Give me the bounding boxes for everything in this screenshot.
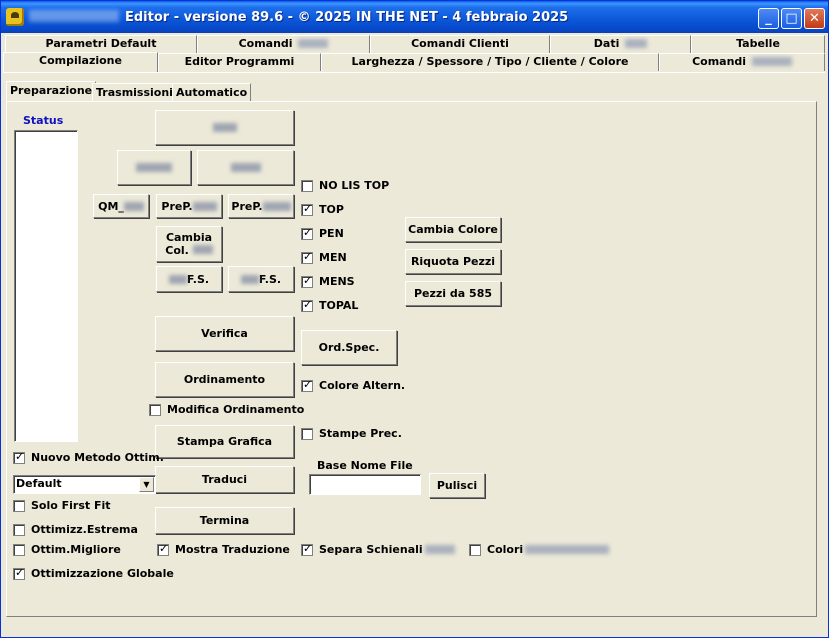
app-window: Editor - versione 89.6 - © 2025 IN THE N… [0, 0, 829, 638]
top-box[interactable] [301, 202, 313, 216]
qm-button[interactable]: QM_ [93, 194, 149, 218]
tab-comandi[interactable]: Comandi [197, 35, 370, 53]
tab-divider [3, 72, 825, 73]
stampe-prec-checkbox[interactable]: Stampe Prec. [301, 427, 402, 440]
tab-dati[interactable]: Dati [550, 35, 691, 53]
riquota-pezzi-button[interactable]: Riquota Pezzi [405, 249, 501, 274]
colore-altern-checkbox[interactable]: Colore Altern. [301, 378, 406, 392]
ala-button[interactable] [155, 110, 294, 145]
ateo-button[interactable] [197, 150, 294, 185]
minimize-button[interactable]: _ [758, 8, 779, 29]
separa-schienali-box[interactable] [301, 542, 313, 556]
ottimizz-estrema-checkbox[interactable]: Ottimizz.Estrema [13, 523, 138, 536]
topal-box[interactable] [301, 298, 313, 312]
tab-larghezza-spessore[interactable]: Larghezza / Spessore / Tipo / Cliente / … [321, 53, 659, 71]
mens-box[interactable] [301, 274, 313, 288]
solo-first-fit-label: Solo First Fit [31, 499, 111, 512]
top-label: TOP [319, 203, 344, 216]
pen-checkbox[interactable]: PEN [301, 226, 344, 240]
febal-button[interactable] [117, 150, 191, 185]
subtab-automatico[interactable]: Automatico [172, 83, 252, 102]
topal-label: TOPAL [319, 299, 359, 312]
fs-ateo-button[interactable]: F.S. [228, 266, 294, 292]
nuovo-metodo-box[interactable] [13, 450, 25, 464]
ottimizz-estrema-label: Ottimizz.Estrema [31, 523, 138, 536]
colori-label: Colori [487, 543, 524, 556]
base-nome-file-input[interactable] [309, 474, 421, 495]
mostra-traduzione-box[interactable] [157, 542, 169, 556]
tab-parametri-default[interactable]: Parametri Default [5, 35, 197, 53]
status-label: Status [23, 114, 64, 127]
ordinamento-button[interactable]: Ordinamento [155, 362, 294, 397]
app-icon [6, 8, 24, 26]
modifica-ordinamento-label: Modifica Ordinamento [167, 403, 305, 416]
top-checkbox[interactable]: TOP [301, 202, 344, 216]
mostra-traduzione-checkbox[interactable]: Mostra Traduzione [157, 542, 290, 556]
men-label: MEN [319, 251, 347, 264]
tab-comandi-2[interactable]: Comandi [659, 53, 825, 71]
ord-spec-button[interactable]: Ord.Spec. [301, 330, 397, 365]
ottim-migliore-checkbox[interactable]: Ottim.Migliore [13, 543, 121, 556]
stampa-grafica-button[interactable]: Stampa Grafica [155, 425, 294, 458]
mostra-traduzione-label: Mostra Traduzione [175, 543, 290, 556]
solo-first-fit-box[interactable] [13, 499, 25, 512]
cambia-colore-button[interactable]: Cambia Colore [405, 217, 501, 242]
ottimizzazione-globale-checkbox[interactable]: Ottimizzazione Globale [13, 566, 174, 580]
colore-altern-box[interactable] [301, 378, 313, 392]
nuovo-metodo-checkbox[interactable]: Nuovo Metodo Ottim. [13, 450, 164, 464]
stampe-prec-label: Stampe Prec. [319, 427, 402, 440]
colore-altern-label: Colore Altern. [319, 379, 406, 392]
modifica-ordinamento-checkbox[interactable]: Modifica Ordinamento [149, 403, 304, 416]
pulisci-button[interactable]: Pulisci [429, 473, 485, 498]
verifica-button[interactable]: Verifica [155, 316, 294, 351]
termina-button[interactable]: Termina [155, 507, 294, 534]
pen-label: PEN [319, 227, 344, 240]
subtab-preparazione[interactable]: Preparazione [6, 81, 97, 102]
solo-first-fit-checkbox[interactable]: Solo First Fit [13, 499, 111, 512]
prep-ala-button[interactable]: PreP. [156, 194, 222, 218]
traduci-button[interactable]: Traduci [155, 466, 294, 493]
method-select[interactable]: Default ▼ [13, 475, 156, 494]
mens-checkbox[interactable]: MENS [301, 274, 355, 288]
modifica-ordinamento-box[interactable] [149, 403, 161, 416]
tab-compilazione[interactable]: Compilazione [3, 52, 158, 72]
maximize-button[interactable]: □ [781, 8, 802, 29]
fs-ala-button[interactable]: F.S. [156, 266, 222, 292]
base-nome-file-label: Base Nome File [317, 459, 413, 472]
chevron-down-icon[interactable]: ▼ [139, 477, 154, 492]
pezzi-585-button[interactable]: Pezzi da 585 [405, 281, 501, 306]
cambia-col-button[interactable]: Cambia Col. [156, 226, 222, 262]
no-lis-top-box[interactable] [301, 179, 313, 192]
close-button[interactable]: ✕ [804, 8, 825, 29]
colori-box[interactable] [469, 543, 481, 556]
stampe-prec-box[interactable] [301, 427, 313, 440]
window-title: Editor - versione 89.6 - © 2025 IN THE N… [29, 10, 729, 25]
separa-schienali-checkbox[interactable]: Separa Schienali [301, 542, 455, 556]
prep-ateo-button[interactable]: PreP. [228, 194, 294, 218]
ottim-migliore-box[interactable] [13, 543, 25, 556]
mens-label: MENS [319, 275, 355, 288]
redacted-text [424, 545, 455, 554]
men-checkbox[interactable]: MEN [301, 250, 347, 264]
ottimizzazione-globale-box[interactable] [13, 566, 25, 580]
method-select-value: Default [16, 477, 62, 490]
subtab-trasmissioni[interactable]: Trasmissioni [92, 83, 177, 102]
tab-editor-programmi[interactable]: Editor Programmi [158, 53, 321, 71]
no-lis-top-label: NO LIS TOP [319, 179, 390, 192]
topal-checkbox[interactable]: TOPAL [301, 298, 359, 312]
title-bar[interactable]: Editor - versione 89.6 - © 2025 IN THE N… [1, 1, 828, 33]
tab-tabelle[interactable]: Tabelle [691, 35, 825, 53]
ottimizz-estrema-box[interactable] [13, 523, 25, 536]
no-lis-top-checkbox[interactable]: NO LIS TOP [301, 179, 389, 192]
separa-schienali-label: Separa Schienali [319, 543, 423, 556]
men-box[interactable] [301, 250, 313, 264]
pen-box[interactable] [301, 226, 313, 240]
nuovo-metodo-label: Nuovo Metodo Ottim. [31, 451, 164, 464]
tab-comandi-clienti[interactable]: Comandi Clienti [370, 35, 550, 53]
redacted-text-2 [525, 545, 610, 554]
ottimizzazione-globale-label: Ottimizzazione Globale [31, 567, 174, 580]
colori-checkbox[interactable]: Colori [469, 543, 610, 556]
status-listbox[interactable] [14, 130, 78, 442]
ottim-migliore-label: Ottim.Migliore [31, 543, 121, 556]
